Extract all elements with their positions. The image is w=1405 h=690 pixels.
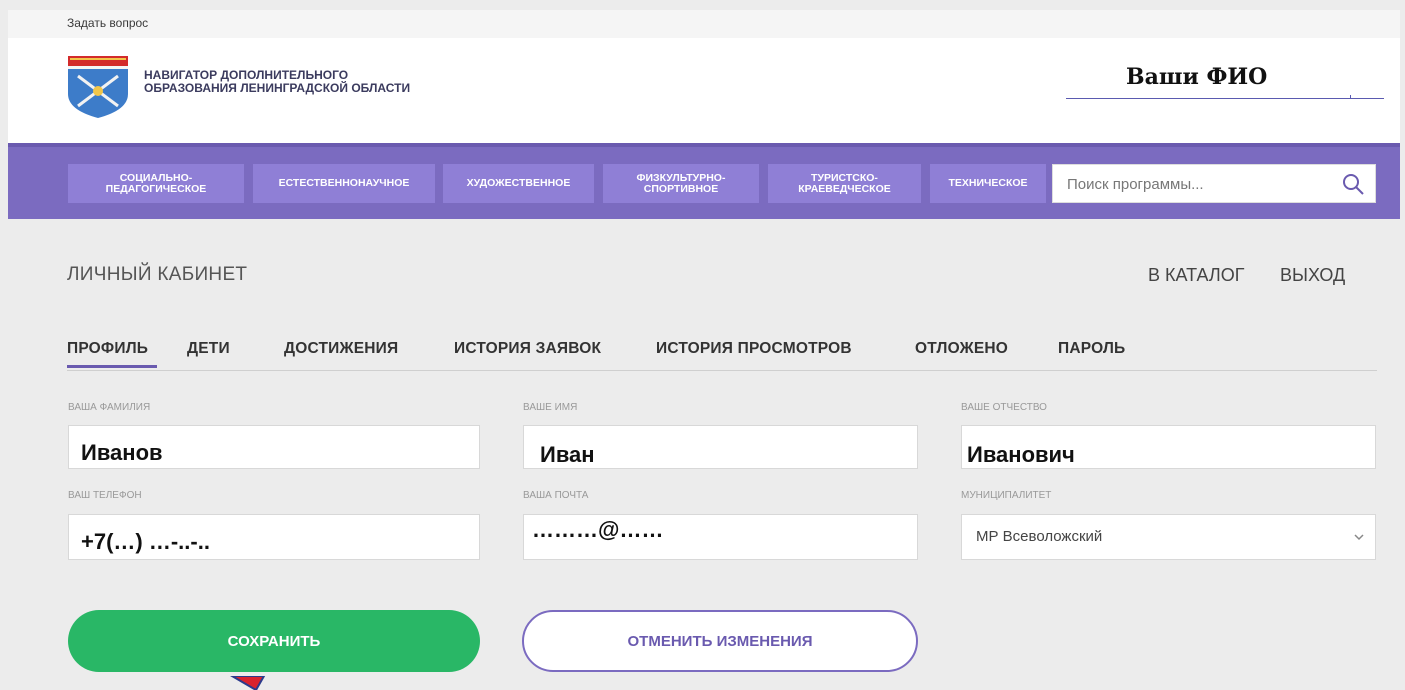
- patronymic-label: ВАШЕ ОТЧЕСТВО: [961, 402, 1047, 413]
- surname-field[interactable]: Иванов: [68, 425, 480, 469]
- nav-item-social-pedagogical[interactable]: СОЦИАЛЬНО-ПЕДАГОГИЧЕСКОЕ: [68, 164, 244, 203]
- name-field[interactable]: Иван: [523, 425, 918, 469]
- site-logo-text[interactable]: НАВИГАТОР ДОПОЛНИТЕЛЬНОГО ОБРАЗОВАНИЯ ЛЕ…: [144, 69, 414, 95]
- patronymic-value: Иванович: [967, 442, 1075, 467]
- user-name-divider: [1350, 95, 1351, 99]
- nav-item-sport[interactable]: ФИЗКУЛЬТУРНО-СПОРТИВНОЕ: [603, 164, 759, 203]
- phone-field[interactable]: +7(…) …-..-..: [68, 514, 480, 560]
- search-icon[interactable]: [1341, 172, 1365, 196]
- email-field[interactable]: ………@……: [523, 514, 918, 560]
- top-bar: Задать вопрос: [8, 10, 1400, 38]
- cancel-changes-button[interactable]: ОТМЕНИТЬ ИЗМЕНЕНИЯ: [522, 610, 918, 672]
- tab-password[interactable]: ПАРОЛЬ: [1058, 340, 1125, 358]
- logout-link[interactable]: ВЫХОД: [1280, 265, 1345, 286]
- municipality-select[interactable]: МР Всеволожский: [961, 514, 1376, 560]
- tab-application-history[interactable]: ИСТОРИЯ ЗАЯВОК: [454, 340, 601, 358]
- user-name[interactable]: Ваши ФИО: [1126, 64, 1267, 90]
- chevron-down-icon: [1354, 534, 1364, 541]
- name-value: Иван: [540, 442, 595, 467]
- active-tab-indicator: [67, 365, 157, 368]
- catalog-link[interactable]: В КАТАЛОГ: [1148, 265, 1244, 286]
- page-title: ЛИЧНЫЙ КАБИНЕТ: [67, 264, 248, 285]
- tab-achievements[interactable]: ДОСТИЖЕНИЯ: [284, 340, 398, 358]
- profile-tabs: ПРОФИЛЬ ДЕТИ ДОСТИЖЕНИЯ ИСТОРИЯ ЗАЯВОК И…: [67, 338, 1377, 371]
- patronymic-field[interactable]: Иванович: [961, 425, 1376, 469]
- phone-label: ВАШ ТЕЛЕФОН: [68, 490, 142, 501]
- phone-value: +7(…) …-..-..: [81, 529, 210, 554]
- surname-label: ВАША ФАМИЛИЯ: [68, 402, 151, 413]
- site-header: НАВИГАТОР ДОПОЛНИТЕЛЬНОГО ОБРАЗОВАНИЯ ЛЕ…: [8, 38, 1400, 143]
- program-search: [1052, 164, 1376, 204]
- surname-value: Иванов: [81, 440, 163, 465]
- tab-children[interactable]: ДЕТИ: [187, 340, 230, 358]
- municipality-label: МУНИЦИПАЛИТЕТ: [961, 490, 1052, 501]
- save-button[interactable]: СОХРАНИТЬ: [68, 610, 480, 672]
- nav-item-tourism[interactable]: ТУРИСТСКО-КРАЕВЕДЧЕСКОЕ: [768, 164, 921, 203]
- tab-postponed[interactable]: ОТЛОЖЕНО: [915, 340, 1008, 358]
- ask-question-link[interactable]: Задать вопрос: [67, 16, 148, 30]
- nav-item-technical[interactable]: ТЕХНИЧЕСКОЕ: [930, 164, 1046, 203]
- user-name-underline: [1066, 98, 1384, 99]
- nav-item-art[interactable]: ХУДОЖЕСТВЕННОЕ: [443, 164, 594, 203]
- pointer-arrow-icon: [230, 676, 266, 690]
- nav-item-natural-science[interactable]: ЕСТЕСТВЕННОНАУЧНОЕ: [253, 164, 435, 203]
- email-label: ВАША ПОЧТА: [523, 490, 589, 501]
- category-nav: СОЦИАЛЬНО-ПЕДАГОГИЧЕСКОЕ ЕСТЕСТВЕННОНАУЧ…: [8, 143, 1400, 219]
- tab-view-history[interactable]: ИСТОРИЯ ПРОСМОТРОВ: [656, 340, 852, 358]
- nav-stripe: [8, 143, 1400, 147]
- coat-of-arms-logo[interactable]: [66, 56, 130, 118]
- email-value: ………@……: [532, 517, 664, 542]
- tab-profile[interactable]: ПРОФИЛЬ: [67, 340, 148, 358]
- name-label: ВАШЕ ИМЯ: [523, 402, 578, 413]
- municipality-value: МР Всеволожский: [976, 528, 1103, 545]
- search-input[interactable]: [1053, 165, 1339, 204]
